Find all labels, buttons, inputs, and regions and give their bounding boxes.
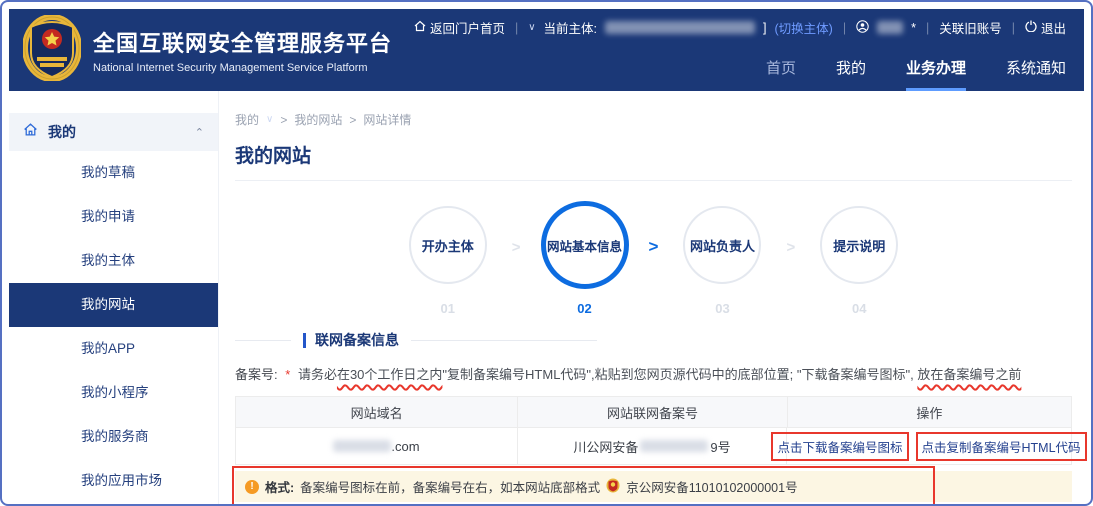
username-suffix: * [911, 21, 916, 35]
sidebar-item-apps[interactable]: 我的APP [9, 327, 218, 371]
home-icon [23, 122, 38, 142]
utility-bar: 返回门户首页 | ∨ 当前主体: ] (切换主体) | * | 关联旧账号 | [414, 18, 1066, 37]
table-row: .com 川公网安备9号 点击下载备案编号图标 点击复制备案编号HTML代码 [236, 428, 1071, 465]
current-subject-redacted [605, 21, 755, 34]
app-header: 全国互联网安全管理服务平台 National Internet Security… [9, 9, 1084, 91]
step-3-responsible: 网站负责人 03 [662, 197, 782, 316]
sidebar-item-miniprograms[interactable]: 我的小程序 [9, 371, 218, 415]
sidebar-item-providers[interactable]: 我的服务商 [9, 415, 218, 459]
action-cell: 点击下载备案编号图标 点击复制备案编号HTML代码 [787, 428, 1071, 465]
beian-number-cell: 川公网安备9号 [518, 428, 787, 465]
top-nav: 首页 我的 业务办理 系统通知 [766, 57, 1066, 91]
app-window: 全国互联网安全管理服务平台 National Internet Security… [0, 0, 1093, 506]
breadcrumb-websites[interactable]: 我的网站 [294, 111, 342, 128]
sidebar: 我的 ⌃ 我的草稿 我的申请 我的主体 我的网站 我的APP 我的小程序 我的服… [9, 91, 219, 506]
step-1-subject: 开办主体 01 [388, 197, 508, 316]
power-icon [1025, 20, 1037, 35]
step-chevron-icon: > [782, 239, 799, 256]
chevron-up-icon[interactable]: ⌃ [195, 126, 204, 139]
breadcrumb-mine[interactable]: 我的 [235, 111, 259, 128]
nav-home[interactable]: 首页 [766, 57, 796, 91]
red-annotation-box: 点击下载备案编号图标 [771, 432, 908, 461]
breadcrumb-detail: 网站详情 [363, 111, 411, 128]
step-chevron-icon: > [645, 237, 663, 257]
platform-title: 全国互联网安全管理服务平台 [93, 26, 392, 58]
red-underline-annotation: 在30个工作日之内 [337, 367, 442, 382]
table-header-row: 网站域名 网站联网备案号 操作 [236, 397, 1071, 428]
red-annotation-box: 点击复制备案编号HTML代码 [916, 432, 1087, 461]
logout-link[interactable]: 退出 [1025, 18, 1066, 37]
domain-redacted [333, 440, 391, 452]
beian-number-redacted [640, 440, 708, 452]
platform-subtitle: National Internet Security Management Se… [93, 62, 392, 74]
brand: 全国互联网安全管理服务平台 National Internet Security… [23, 15, 392, 86]
sidebar-item-subjects[interactable]: 我的主体 [9, 239, 218, 283]
nav-notifications[interactable]: 系统通知 [1006, 57, 1066, 91]
sidebar-item-appmarket[interactable]: 我的应用市场 [9, 459, 218, 503]
main-content: 我的 ∨ > 我的网站 > 网站详情 我的网站 开办主体 01 > 网站基本信息… [219, 91, 1084, 506]
sidebar-item-applications[interactable]: 我的申请 [9, 195, 218, 239]
red-underline-annotation: 放在备案编号之前 [917, 367, 1021, 382]
portal-home-link[interactable]: 返回门户首页 [414, 18, 505, 37]
home-icon [414, 20, 426, 35]
step-chevron-icon: > [508, 239, 525, 256]
sidebar-group-mine[interactable]: 我的 ⌃ [9, 113, 218, 151]
beian-table: 网站域名 网站联网备案号 操作 .com 川公网安备9号 点击下载备案编号图标 [235, 396, 1072, 465]
download-beian-icon-link[interactable]: 点击下载备案编号图标 [777, 437, 902, 456]
nav-mine[interactable]: 我的 [836, 57, 866, 91]
section-beian-header: 联网备案信息 [235, 330, 1072, 350]
copy-beian-html-link[interactable]: 点击复制备案编号HTML代码 [922, 437, 1081, 456]
username-redacted [877, 21, 903, 34]
user-icon [856, 20, 869, 36]
police-emblem-logo [23, 15, 81, 86]
link-old-account[interactable]: 关联旧账号 [939, 18, 1002, 37]
chevron-down-icon[interactable]: ∨ [266, 114, 273, 125]
format-notice-bar: ! 格式: 备案编号图标在前，备案编号在右，如本网站底部格式 京公网安备1101… [235, 471, 1072, 502]
domain-cell: .com [236, 428, 518, 465]
step-4-instructions: 提示说明 04 [799, 197, 919, 316]
current-subject-label: 当前主体: [544, 18, 597, 37]
sidebar-item-drafts[interactable]: 我的草稿 [9, 151, 218, 195]
step-wizard: 开办主体 01 > 网站基本信息 02 > 网站负责人 03 > 提示说明 04 [235, 197, 1072, 316]
sample-beian-number: 京公网安备11010102000001号 [626, 477, 797, 496]
nav-business[interactable]: 业务办理 [906, 57, 966, 91]
sidebar-item-websites[interactable]: 我的网站 [9, 283, 218, 327]
switch-subject-link[interactable]: (切换主体) [775, 18, 833, 37]
warning-icon: ! [245, 480, 259, 494]
beian-note: 备案号: * 请务必在30个工作日之内"复制备案编号HTML代码",粘贴到您网页… [235, 364, 1072, 383]
page-title: 我的网站 [235, 141, 1072, 181]
chevron-down-icon[interactable]: ∨ [528, 22, 535, 33]
required-mark: * [281, 367, 294, 382]
breadcrumb: 我的 ∨ > 我的网站 > 网站详情 [235, 111, 1072, 128]
step-2-site-info: 网站基本信息 02 [525, 197, 645, 316]
mini-emblem-icon [606, 478, 620, 496]
